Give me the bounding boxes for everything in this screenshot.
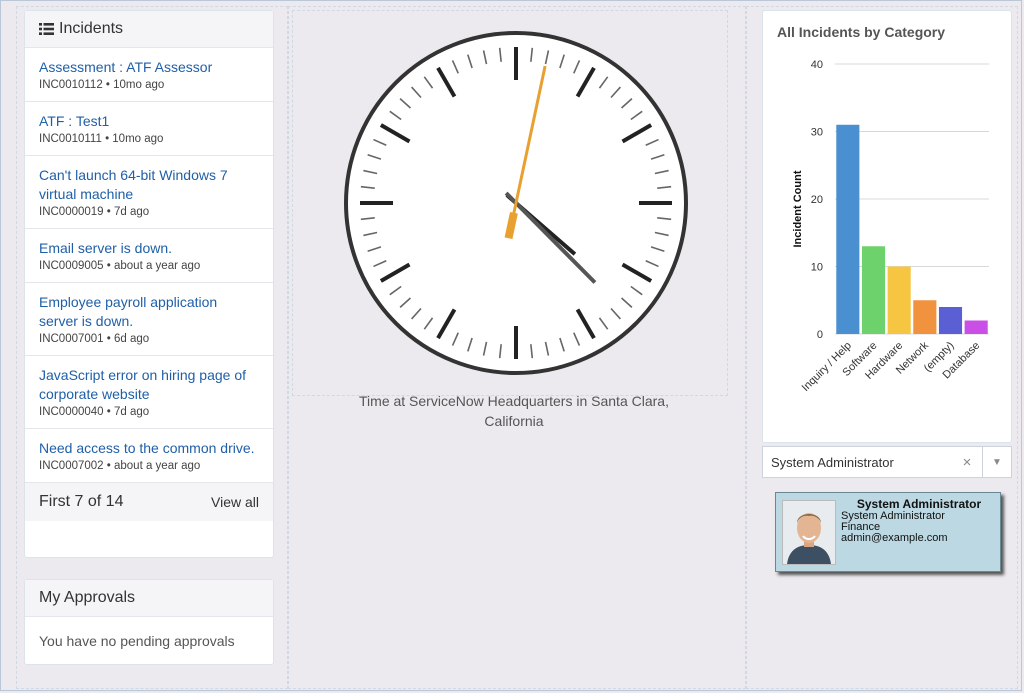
user-card-email: admin@example.com [841,532,948,544]
incidents-panel: Incidents Assessment : ATF Assessor INC00… [24,10,274,558]
incident-list-item[interactable]: Assessment : ATF Assessor INC0010112 • 10… [25,48,273,102]
clock-second-hand-counterweight [504,211,518,240]
y-tick-label: 30 [811,127,823,139]
user-card: System Administrator System Administrato… [775,492,1001,572]
incidents-footer: First 7 of 14 View all [25,483,273,521]
incident-meta: INC0007002 • about a year ago [39,460,201,472]
incident-list-item[interactable]: Need access to the common drive. INC00070… [25,429,273,483]
chart-bar[interactable] [964,320,988,335]
avatar-image [783,501,835,564]
incident-meta: INC0009005 • about a year ago [39,260,201,272]
incident-meta: INC0000019 • 7d ago [39,206,150,218]
incident-title-link[interactable]: Employee payroll application server is d… [39,293,259,331]
incident-list-item[interactable]: JavaScript error on hiring page of corpo… [25,356,273,429]
approvals-empty-text: You have no pending approvals [39,633,235,649]
y-tick-label: 20 [811,194,823,206]
incidents-title: Incidents [59,20,124,37]
approvals-title: My Approvals [39,589,136,606]
y-tick-label: 0 [817,329,823,341]
chart-bar[interactable] [887,266,911,335]
clock-widget [292,10,728,396]
incident-title-link[interactable]: Assessment : ATF Assessor [39,58,259,77]
clock-caption: Time at ServiceNow Headquarters in Santa… [359,393,669,429]
bar-chart: 010203040Incident CountInquiry / HelpSof… [792,59,989,394]
incidents-header: Incidents [25,11,273,48]
avatar [782,500,836,565]
incident-title-link[interactable]: Need access to the common drive. [39,439,259,458]
y-axis-label: Incident Count [792,170,804,247]
incident-meta: INC0000040 • 7d ago [39,406,150,418]
incident-list-item[interactable]: ATF : Test1 INC0010111 • 10mo ago [25,102,273,156]
approvals-panel: My Approvals You have no pending approva… [24,579,274,665]
incident-list-item[interactable]: Can't launch 64-bit Windows 7 virtual ma… [25,156,273,229]
incident-meta: INC0007001 • 6d ago [39,333,150,345]
y-tick-label: 40 [811,59,823,71]
chart-bar[interactable] [913,300,937,334]
approvals-header: My Approvals [25,580,273,617]
list-icon [39,23,54,35]
category-chart-panel: All Incidents by Category 0 10 20 30 40 Incid… [762,10,1012,443]
incident-title-link[interactable]: JavaScript error on hiring page of corpo… [39,366,259,404]
incident-title-link[interactable]: ATF : Test1 [39,112,259,131]
incident-meta: INC0010111 • 10mo ago [39,133,164,145]
incident-title-link[interactable]: Can't launch 64-bit Windows 7 virtual ma… [39,166,259,204]
incident-list: Assessment : ATF Assessor INC0010112 • 10… [25,48,273,483]
incidents-count: First 7 of 14 [39,493,124,510]
chart-bar[interactable] [836,124,860,334]
incident-title-link[interactable]: Email server is down. [39,239,259,258]
incident-list-item[interactable]: Employee payroll application server is d… [25,283,273,356]
user-select-value: System Administrator [771,454,894,470]
user-select[interactable]: System Administrator × ▼ [762,446,1012,478]
incident-meta: INC0010112 • 10mo ago [39,79,165,91]
clear-icon[interactable]: × [952,454,982,471]
y-tick-label: 10 [811,262,823,274]
view-all-link[interactable]: View all [211,494,259,510]
chart-bar[interactable] [938,307,963,334]
incident-list-item[interactable]: Email server is down. INC0009005 • about … [25,229,273,283]
chart-bar[interactable] [861,246,886,334]
analog-clock [344,31,688,375]
chevron-down-icon[interactable]: ▼ [982,447,1011,477]
user-card-name: System Administrator [856,497,982,511]
